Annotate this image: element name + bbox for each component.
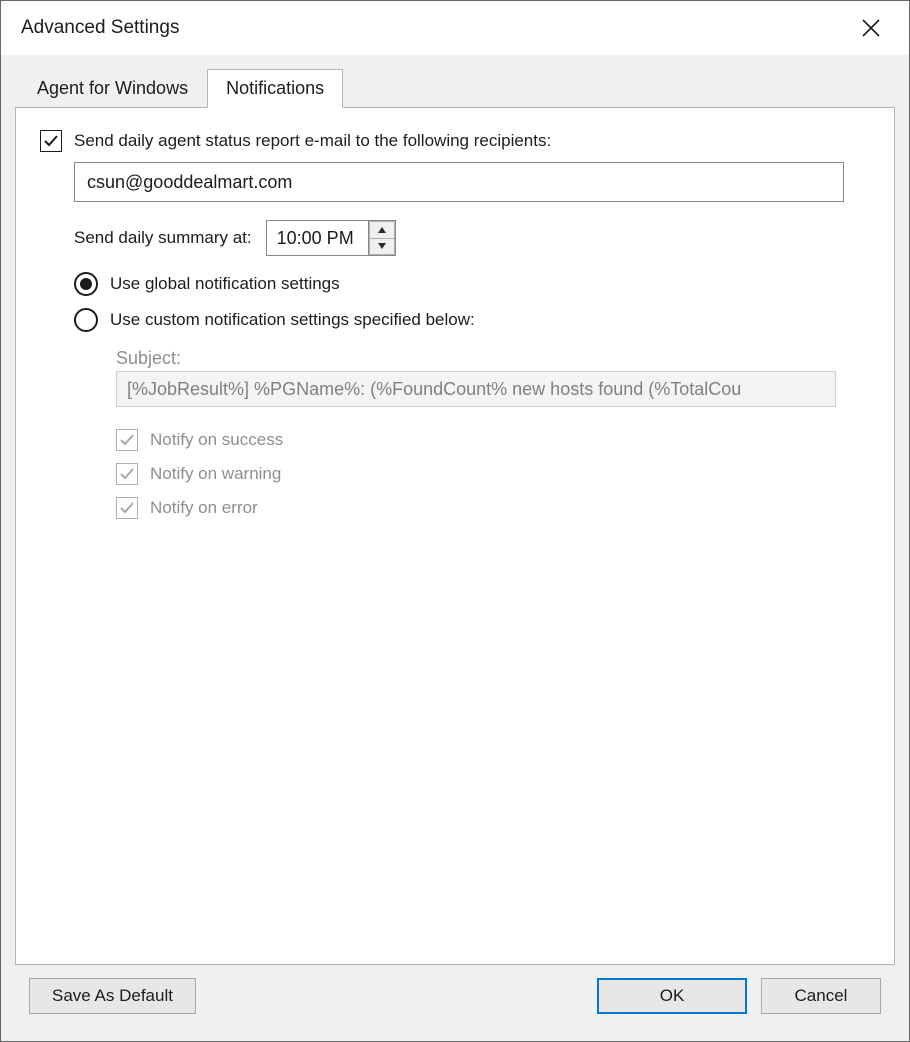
send-report-checkbox[interactable] — [40, 130, 62, 152]
tab-agent-for-windows[interactable]: Agent for Windows — [18, 69, 207, 107]
close-button[interactable] — [851, 8, 891, 48]
notify-warning-checkbox — [116, 463, 138, 485]
summary-time-label: Send daily summary at: — [74, 228, 252, 248]
radio-global[interactable] — [74, 272, 98, 296]
footer: Save As Default OK Cancel — [15, 965, 895, 1027]
tab-notifications[interactable]: Notifications — [207, 69, 343, 108]
send-report-row: Send daily agent status report e-mail to… — [40, 130, 870, 152]
notify-warning-row: Notify on warning — [116, 463, 870, 485]
notify-error-label: Notify on error — [150, 498, 258, 518]
check-icon — [119, 466, 135, 482]
check-icon — [43, 133, 59, 149]
notify-error-checkbox — [116, 497, 138, 519]
subject-label: Subject: — [116, 348, 870, 369]
titlebar: Advanced Settings — [1, 1, 909, 55]
subject-group: Subject: [%JobResult%] %PGName%: (%Found… — [116, 348, 870, 407]
summary-time-row: Send daily summary at: 10:00 PM — [74, 220, 870, 256]
recipients-input[interactable] — [74, 162, 844, 202]
spinner-buttons — [369, 221, 395, 255]
cancel-button[interactable]: Cancel — [761, 978, 881, 1014]
spinner-up-button[interactable] — [369, 221, 395, 238]
notify-success-row: Notify on success — [116, 429, 870, 451]
summary-time-spinner[interactable]: 10:00 PM — [266, 220, 396, 256]
ok-button[interactable]: OK — [597, 978, 747, 1014]
save-as-default-button[interactable]: Save As Default — [29, 978, 196, 1014]
radio-global-row: Use global notification settings — [74, 272, 870, 296]
chevron-up-icon — [378, 227, 386, 233]
notify-success-label: Notify on success — [150, 430, 283, 450]
radio-custom[interactable] — [74, 308, 98, 332]
check-icon — [119, 432, 135, 448]
notify-warning-label: Notify on warning — [150, 464, 281, 484]
radio-global-label: Use global notification settings — [110, 274, 340, 294]
chevron-down-icon — [378, 243, 386, 249]
window-title: Advanced Settings — [21, 17, 179, 39]
notify-success-checkbox — [116, 429, 138, 451]
spinner-down-button[interactable] — [369, 238, 395, 256]
radio-custom-row: Use custom notification settings specifi… — [74, 308, 870, 332]
tab-row: Agent for Windows Notifications — [18, 69, 895, 107]
check-icon — [119, 500, 135, 516]
content-area: Agent for Windows Notifications Send dai… — [1, 55, 909, 1041]
notify-error-row: Notify on error — [116, 497, 870, 519]
radio-custom-label: Use custom notification settings specifi… — [110, 310, 475, 330]
notifications-panel: Send daily agent status report e-mail to… — [15, 107, 895, 965]
subject-input: [%JobResult%] %PGName%: (%FoundCount% ne… — [116, 371, 836, 407]
dialog-window: Advanced Settings Agent for Windows Noti… — [0, 0, 910, 1042]
summary-time-value[interactable]: 10:00 PM — [267, 221, 369, 255]
close-icon — [862, 19, 880, 37]
send-report-label: Send daily agent status report e-mail to… — [74, 131, 551, 151]
